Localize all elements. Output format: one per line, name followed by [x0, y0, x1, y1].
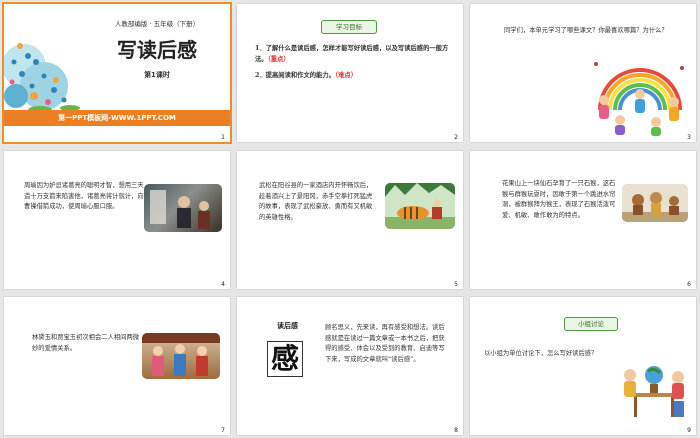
- goal-2: 2．提高阅读和作文的能力。（难点）: [255, 71, 451, 82]
- flower-illustration: [4, 43, 80, 114]
- term-heading: 读后感: [277, 322, 298, 330]
- goal-1-mark: （重点）: [267, 55, 290, 63]
- slide-thumbnail-6[interactable]: 花果山上一块仙石孕育了一只石猴，这石猴与群猴玩耍时，因敢于第一个跳进水帘洞，被群…: [470, 151, 696, 289]
- section-tag: 学习目标: [321, 20, 377, 34]
- slide-thumbnail-8[interactable]: 读后感 感 顾名思义，先来读，再有感受和想法。读后感就是在读过一篇文章或一本书之…: [237, 297, 463, 435]
- website-banner-text: 第一PPT模板网-WWW.1PPT.COM: [58, 114, 176, 122]
- summary-text: 花果山上一块仙石孕育了一只石猴，这石猴与群猴玩耍时，因敢于第一个跳进水帘洞，被群…: [502, 180, 616, 219]
- slide-number: 1: [221, 134, 225, 141]
- lesson-label: 第1课时: [144, 71, 170, 79]
- slide-thumbnail-4[interactable]: 周瑜因为妒忌诸葛亮的聪明才智，想用三天造十万支箭来陷害他，诸葛亮将计就计，向曹操…: [4, 151, 230, 289]
- slide-thumbnail-9[interactable]: 小组讨论 以小组为单位讨论下，怎么写好读后感？ 9: [470, 297, 696, 435]
- slide-number: 2: [454, 134, 458, 141]
- goal-2-mark: （难点）: [334, 72, 357, 79]
- slide-thumbnail-2[interactable]: 学习目标 1．了解什么是读后感，怎样才能写好读后感，以及写读后感的一般方法。（重…: [237, 4, 463, 142]
- summary-text: 林黛玉和贾宝玉初次相会二人相间两微妙的爱情关系。: [32, 334, 140, 352]
- slide-thumbnail-7[interactable]: 林黛玉和贾宝玉初次相会二人相间两微妙的爱情关系。 7: [4, 297, 230, 435]
- children-rainbow-illustration: [594, 62, 684, 136]
- slide-thumbnail-5[interactable]: 武松在阳谷县的一家酒店内开怀畅饮后，趁着酒兴上了景阳冈，赤手空拳打死猛虎的故事，…: [237, 151, 463, 289]
- monkey-king-image: [622, 184, 688, 222]
- section-tag: 小组讨论: [564, 317, 618, 331]
- slide-number: 5: [454, 281, 458, 288]
- definition-text: 顾名思义，先来读，再有感受和想法。读后感就是在读过一篇文章或一本书之后，把获得的…: [325, 324, 445, 363]
- website-banner: 第一PPT模板网-WWW.1PPT.COM: [4, 110, 230, 126]
- slide-number: 6: [687, 281, 691, 288]
- slide-number: 4: [221, 281, 225, 288]
- goal-2-text: 2．提高阅读和作文的能力。: [255, 72, 335, 79]
- slide-number: 8: [454, 427, 458, 434]
- slide-number: 9: [687, 427, 691, 434]
- tiger-fight-image: [385, 183, 455, 229]
- figures-illustration: [142, 333, 220, 376]
- tiger-illustration: [385, 183, 455, 229]
- calligraphy-glyph-text: 感: [270, 342, 299, 375]
- goal-1: 1．了解什么是读后感，怎样才能写好读后感，以及写读后感的一般方法。（重点）: [255, 44, 451, 65]
- slide-number: 3: [687, 134, 691, 141]
- monkeys-illustration: [622, 192, 688, 222]
- discussion-prompt: 以小组为单位讨论下，怎么写好读后感？: [484, 350, 598, 357]
- calligraphy-glyph: 感: [267, 341, 303, 377]
- dream-red-chamber-image: [142, 333, 220, 379]
- students-discussing-illustration: [624, 366, 684, 417]
- slide-title: 写读后感: [117, 38, 197, 62]
- scene-image: [144, 184, 222, 232]
- summary-text: 武松在阳谷县的一家酒店内开怀畅饮后，趁着酒兴上了景阳冈，赤手空拳打死猛虎的故事，…: [259, 182, 373, 221]
- question-text: 同学们，本单元学习了哪些课文？你最喜欢哪篇？为什么？: [504, 27, 668, 34]
- subject-grade-label: 人教部编版 · 五年级（下册）: [114, 20, 200, 28]
- slide-thumbnail-3[interactable]: 同学们，本单元学习了哪些课文？你最喜欢哪篇？为什么？ 3: [470, 4, 696, 142]
- figures-illustration: [150, 190, 210, 229]
- slide-number: 7: [221, 427, 225, 434]
- summary-text: 周瑜因为妒忌诸葛亮的聪明才智，想用三天造十万支箭来陷害他，诸葛亮将计就计，向曹操…: [24, 182, 144, 210]
- slide-thumbnail-1[interactable]: 人教部编版 · 五年级（下册） 写读后感 第1课时 第一PPT模板网-WWW.1…: [2, 2, 232, 144]
